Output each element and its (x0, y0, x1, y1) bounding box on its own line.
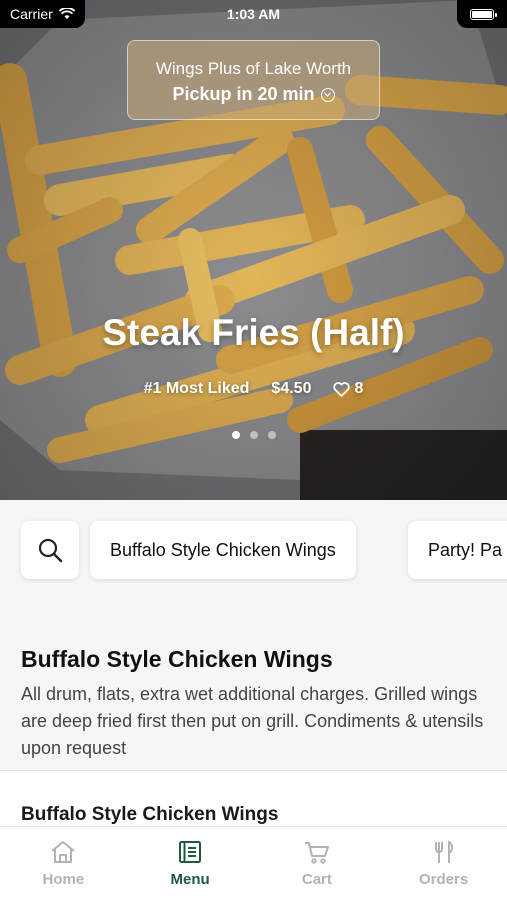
home-icon (51, 841, 76, 863)
rank-label: #1 Most Liked (143, 380, 250, 397)
price-label: $4.50 (271, 380, 312, 397)
featured-item-meta: #1 Most Liked $4.50 8 (0, 380, 507, 398)
store-pickup-button[interactable]: Wings Plus of Lake Worth Pickup in 20 mi… (127, 40, 380, 120)
tab-label: Home (42, 871, 85, 888)
search-icon (38, 538, 63, 563)
status-time: 1:03 AM (226, 6, 281, 22)
likes-count[interactable]: 8 (333, 380, 363, 398)
search-button[interactable] (21, 521, 79, 579)
tab-label: Orders (419, 871, 469, 888)
menu-section: Buffalo Style Chicken Wings All drum, fl… (0, 600, 507, 770)
carousel-dot[interactable] (231, 431, 240, 439)
cart-icon (304, 842, 329, 864)
category-chip[interactable]: Buffalo Style Chicken Wings (90, 521, 356, 579)
tab-label: Menu (170, 871, 210, 888)
tab-bar: Home Menu Cart Orders (0, 826, 507, 900)
featured-item-title: Steak Fries (Half) (102, 312, 405, 353)
tab-home[interactable]: Home (0, 827, 127, 900)
section-title: Buffalo Style Chicken Wings (21, 646, 333, 672)
menu-item-card[interactable]: Buffalo Style Chicken Wings (0, 770, 507, 830)
likes-value: 8 (354, 380, 364, 397)
heart-icon (333, 381, 351, 397)
status-right (457, 0, 507, 28)
section-description: All drum, flats, extra wet additional ch… (21, 684, 484, 758)
category-bar: Buffalo Style Chicken Wings Party! Pa (0, 500, 507, 600)
pickup-label: Pickup in 20 min (172, 84, 315, 104)
orders-icon (434, 840, 453, 863)
featured-hero[interactable]: Carrier 1:03 AM Wings Plus of Lake Worth… (0, 0, 507, 500)
battery-icon (470, 8, 497, 20)
carousel-dot[interactable] (249, 431, 258, 439)
tab-orders[interactable]: Orders (380, 827, 507, 900)
store-name: Wings Plus of Lake Worth (155, 59, 352, 78)
tab-menu[interactable]: Menu (127, 827, 254, 900)
tab-label: Cart (301, 871, 332, 888)
pickup-time: Pickup in 20 min (128, 84, 379, 105)
menu-icon (179, 841, 202, 863)
chevron-down-circle-icon (320, 87, 335, 102)
carousel-dots (0, 431, 507, 439)
menu-item-name: Buffalo Style Chicken Wings (21, 804, 279, 825)
tab-cart[interactable]: Cart (254, 827, 381, 900)
status-bar: Carrier 1:03 AM (0, 0, 507, 28)
carousel-dot[interactable] (267, 431, 276, 439)
category-chip[interactable]: Party! Pa (408, 521, 507, 579)
